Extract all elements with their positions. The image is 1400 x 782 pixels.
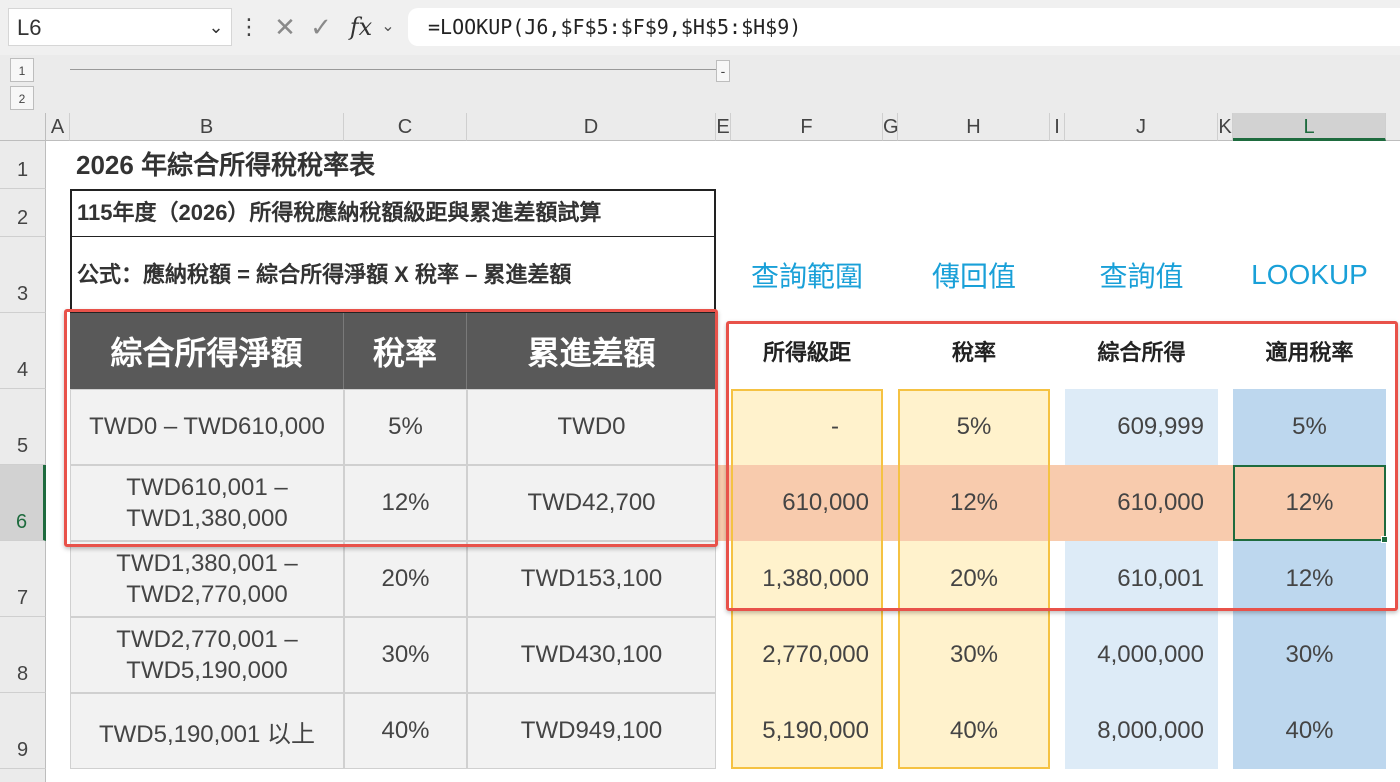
highlight-box-left: [64, 309, 718, 547]
row-header-5[interactable]: 5: [0, 389, 46, 465]
cancel-icon[interactable]: ✕: [270, 12, 300, 42]
table-cell[interactable]: 30%: [1233, 617, 1386, 693]
chevron-down-icon[interactable]: ⌄: [206, 14, 226, 40]
row-header-8[interactable]: 8: [0, 617, 46, 693]
formula-note-cell[interactable]: 公式：應納稅額 = 綜合所得淨額 X 稅率 – 累進差額: [70, 237, 716, 313]
row-header-3[interactable]: 3: [0, 237, 46, 313]
table-cell[interactable]: TWD153,100: [467, 541, 716, 617]
outline-level-1-button[interactable]: 1: [10, 58, 34, 82]
insert-function-button[interactable]: fx: [344, 12, 378, 42]
label-return-value[interactable]: 傳回值: [898, 237, 1050, 313]
table-cell[interactable]: 8,000,000: [1065, 693, 1218, 769]
column-header-h[interactable]: H: [898, 113, 1050, 141]
chevron-down-icon[interactable]: ⌄: [378, 12, 398, 42]
column-header-j[interactable]: J: [1065, 113, 1218, 141]
table-cell[interactable]: TWD430,100: [467, 617, 716, 693]
label-lookup-value[interactable]: 查詢值: [1065, 237, 1218, 313]
select-all-corner[interactable]: [0, 113, 46, 141]
table-cell[interactable]: TWD949,100: [467, 693, 716, 769]
column-header-k[interactable]: K: [1218, 113, 1233, 141]
row-header-2[interactable]: 2: [0, 189, 46, 237]
sheet-title[interactable]: 2026 年綜合所得稅稅率表: [76, 145, 375, 185]
table-cell[interactable]: 40%: [344, 693, 467, 769]
column-header-m[interactable]: [1386, 113, 1400, 141]
table-cell[interactable]: TWD1,380,001 – TWD2,770,000: [70, 541, 344, 617]
table-cell[interactable]: 40%: [1233, 693, 1386, 769]
label-lookup-function[interactable]: LOOKUP: [1233, 237, 1386, 313]
row-header-1[interactable]: 1: [0, 141, 46, 189]
column-header-e[interactable]: E: [716, 113, 731, 141]
column-header-l[interactable]: L: [1233, 113, 1386, 141]
name-box[interactable]: L6: [8, 8, 232, 46]
column-header-f[interactable]: F: [731, 113, 883, 141]
outline-group-line: [70, 69, 716, 70]
table-cell[interactable]: TWD5,190,001 以上: [70, 693, 344, 769]
outline-collapse-button[interactable]: -: [716, 60, 730, 82]
enter-icon[interactable]: ✓: [306, 12, 336, 42]
table-cell[interactable]: 4,000,000: [1065, 617, 1218, 693]
column-header-d[interactable]: D: [467, 113, 716, 141]
table-cell[interactable]: 30%: [344, 617, 467, 693]
subtitle-cell[interactable]: 115年度（2026）所得稅應納稅額級距與累進差額試算: [70, 189, 716, 237]
row-header-4[interactable]: 4: [0, 313, 46, 389]
table-cell[interactable]: TWD2,770,001 – TWD5,190,000: [70, 617, 344, 693]
row-header-9[interactable]: 9: [0, 693, 46, 769]
table-cell[interactable]: 20%: [344, 541, 467, 617]
label-lookup-range[interactable]: 查詢範圍: [731, 237, 883, 313]
row-header-7[interactable]: 7: [0, 541, 46, 617]
outline-level-2-button[interactable]: 2: [10, 86, 34, 110]
column-header-g[interactable]: G: [883, 113, 899, 141]
column-header-c[interactable]: C: [344, 113, 467, 141]
highlight-box-right: [726, 321, 1398, 611]
column-header-b[interactable]: B: [70, 113, 344, 141]
column-header-i[interactable]: I: [1050, 113, 1065, 141]
column-header-a[interactable]: A: [46, 113, 70, 141]
row-header-10[interactable]: [0, 769, 46, 782]
formula-input[interactable]: =LOOKUP(J6,$F$5:$F$9,$H$5:$H$9): [408, 8, 1400, 46]
outline-bar: [0, 55, 1400, 113]
row-header-6[interactable]: 6: [0, 465, 46, 541]
more-options-icon[interactable]: ⋮: [238, 12, 260, 42]
